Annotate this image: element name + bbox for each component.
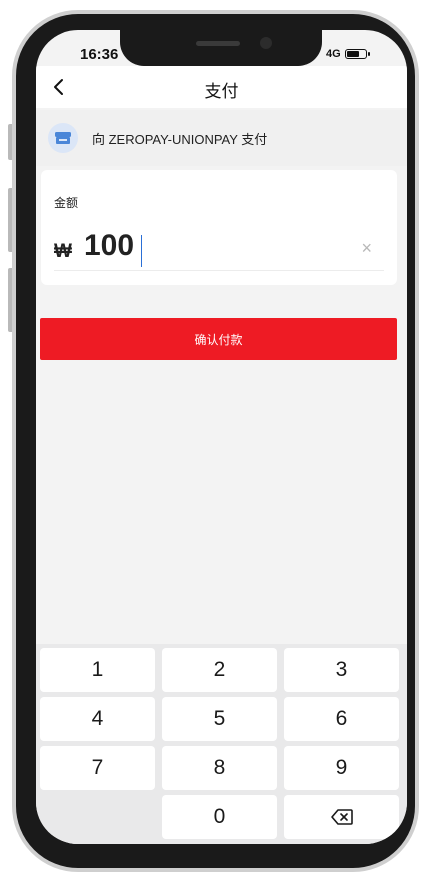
text-caret	[141, 235, 142, 267]
status-time: 16:36	[80, 46, 119, 63]
battery-fill	[346, 51, 359, 57]
key-2[interactable]: 2	[162, 648, 277, 692]
status-indicators: 4G	[326, 48, 370, 60]
payee-name: 向 ZEROPAY-UNIONPAY 支付	[92, 131, 268, 147]
store-icon	[48, 123, 78, 153]
key-1[interactable]: 1	[40, 648, 155, 692]
nav-bar: 支付	[36, 66, 407, 108]
battery-icon	[344, 49, 370, 59]
key-6[interactable]: 6	[284, 697, 399, 741]
currency-symbol: ₩	[54, 241, 72, 262]
amount-label: 金额	[54, 196, 79, 210]
speaker	[196, 41, 240, 46]
key-0[interactable]: 0	[162, 795, 277, 839]
key-5[interactable]: 5	[162, 697, 277, 741]
key-blank	[40, 795, 155, 839]
key-4[interactable]: 4	[40, 697, 155, 741]
phone-screen: 16:36 4G 支付 向 ZEROPAY-UNIONPAY 支付 金额 ₩ 1…	[36, 30, 407, 844]
numeric-keypad: 1 2 3 4 5 6 7 8 9 0	[36, 644, 407, 844]
key-3[interactable]: 3	[284, 648, 399, 692]
backspace-key[interactable]	[284, 795, 399, 839]
confirm-payment-button[interactable]: 确认付款	[40, 318, 397, 360]
key-9[interactable]: 9	[284, 746, 399, 790]
payee-row: 向 ZEROPAY-UNIONPAY 支付	[36, 110, 407, 166]
page-title: 支付	[204, 82, 239, 101]
front-camera	[260, 37, 272, 49]
clear-icon[interactable]: ×	[361, 238, 372, 259]
amount-input[interactable]: ₩ 100 ×	[54, 229, 384, 271]
key-7[interactable]: 7	[40, 746, 155, 790]
backspace-icon	[330, 809, 353, 825]
key-8[interactable]: 8	[162, 746, 277, 790]
amount-value: 100	[84, 229, 135, 262]
notch	[120, 30, 322, 66]
network-indicator: 4G	[326, 48, 341, 60]
amount-card: 金额 ₩ 100 ×	[41, 170, 397, 285]
